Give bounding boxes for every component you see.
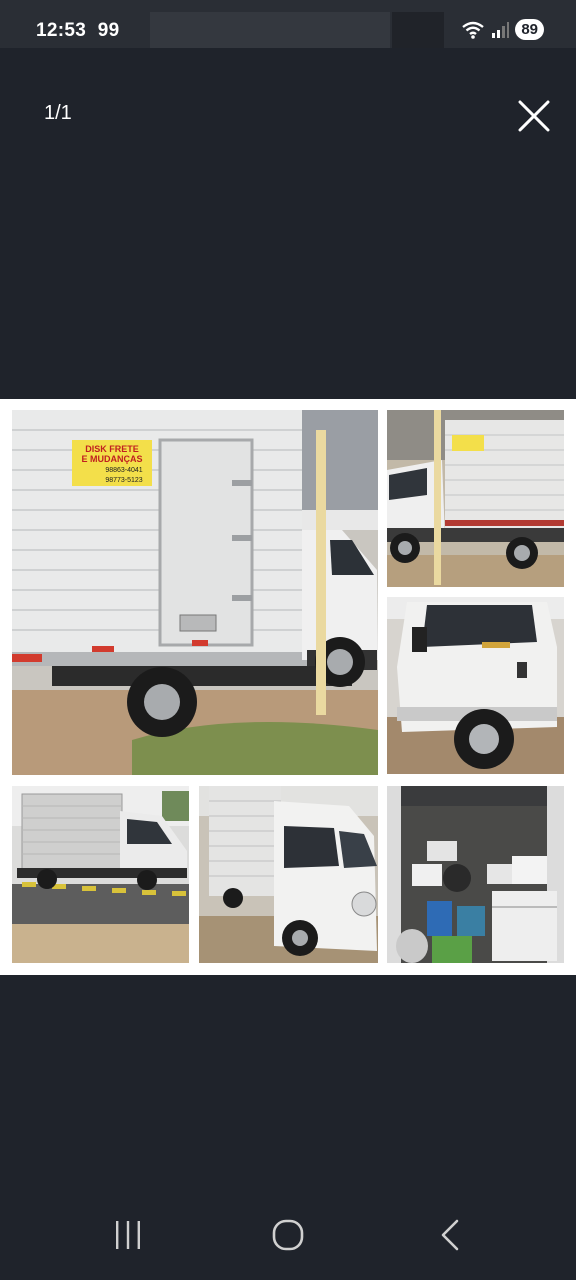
truck-cab-photo — [387, 597, 564, 774]
signal-icon — [492, 21, 510, 38]
svg-text:E MUDANÇAS: E MUDANÇAS — [81, 454, 142, 464]
photo-collage[interactable]: DISK FRETE E MUDANÇAS 98863-4041 98773-5… — [0, 399, 576, 975]
truck-side-photo — [387, 410, 564, 587]
cargo-interior-photo — [387, 786, 564, 963]
svg-text:98773-5123: 98773-5123 — [105, 477, 142, 484]
close-icon — [518, 100, 550, 132]
truck-rear-photo: DISK FRETE E MUDANÇAS 98863-4041 98773-5… — [12, 410, 378, 775]
navigation-bar — [0, 1190, 576, 1280]
home-button[interactable] — [258, 1210, 318, 1260]
status-bar: 12:53 99 89 — [0, 0, 576, 48]
home-icon — [272, 1219, 304, 1251]
truck-street-photo — [12, 786, 189, 963]
status-bar-background — [392, 12, 444, 48]
battery-indicator: 89 — [515, 19, 544, 40]
recents-button[interactable] — [98, 1210, 158, 1260]
status-icons: 89 — [461, 19, 544, 40]
recents-icon — [116, 1221, 140, 1249]
notification-count: 99 — [97, 20, 120, 41]
svg-text:DISK FRETE: DISK FRETE — [85, 444, 139, 454]
svg-text:98863-4041: 98863-4041 — [105, 467, 142, 474]
image-counter: 1/1 — [44, 102, 72, 124]
close-button[interactable] — [514, 96, 554, 136]
back-button[interactable] — [420, 1210, 480, 1260]
clock: 12:53 — [36, 20, 87, 41]
wifi-icon — [462, 21, 485, 39]
status-time-group: 12:53 99 — [36, 20, 119, 42]
back-icon — [441, 1219, 459, 1251]
status-bar-background — [150, 12, 390, 48]
truck-front-photo — [199, 786, 378, 963]
